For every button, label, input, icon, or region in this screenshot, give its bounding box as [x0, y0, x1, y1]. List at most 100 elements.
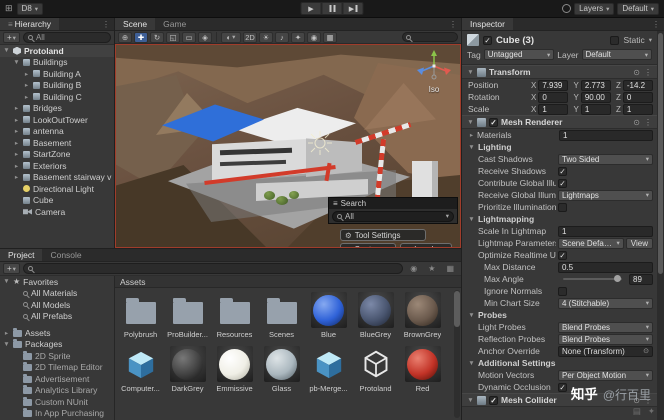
- inspector-scrollbar[interactable]: [657, 31, 664, 420]
- max-distance-field[interactable]: 0.5: [558, 262, 653, 273]
- orientation-gizmo[interactable]: Iso: [412, 49, 456, 94]
- position-x-field[interactable]: 7.939: [538, 80, 568, 91]
- play-button[interactable]: ▶: [301, 2, 322, 15]
- view-tool-icon[interactable]: ⊕: [118, 32, 132, 43]
- layout-dropdown[interactable]: Default▾: [617, 3, 659, 15]
- materials-count-field[interactable]: 1: [559, 130, 653, 141]
- hierarchy-item-building-c[interactable]: ▸Building C: [0, 91, 114, 103]
- transform-component-header[interactable]: ▼ Transform ⊙⋮: [462, 65, 657, 79]
- contribute-gi-checkbox[interactable]: ✓: [558, 179, 567, 188]
- hierarchy-search-input[interactable]: All: [23, 32, 111, 43]
- rotation-y-field[interactable]: 90.00: [581, 92, 611, 103]
- favorites-root[interactable]: ▼★Favorites: [0, 276, 114, 288]
- hidden-packages-icon[interactable]: ▦: [442, 262, 458, 275]
- grid-toggle-icon[interactable]: ▦: [323, 32, 337, 43]
- mesh-collider-enabled-checkbox[interactable]: ✓: [489, 396, 498, 405]
- rotation-z-field[interactable]: 0: [623, 92, 653, 103]
- mesh-renderer-enabled-checkbox[interactable]: ✓: [489, 118, 498, 127]
- asset-item-emmissive[interactable]: Emmissive: [211, 344, 258, 398]
- ignore-normals-checkbox[interactable]: [558, 287, 567, 296]
- hierarchy-item-bridges[interactable]: ▸Bridges: [0, 103, 114, 115]
- package-2d-sprite[interactable]: 2D Sprite: [0, 350, 114, 362]
- tag-dropdown[interactable]: Untagged: [484, 49, 555, 60]
- light-probes-dropdown[interactable]: Blend Probes: [558, 322, 653, 333]
- receive-shadows-checkbox[interactable]: ✓: [558, 167, 567, 176]
- add-object-button[interactable]: +▾: [3, 32, 20, 43]
- hierarchy-item-basement[interactable]: ▸Basement: [0, 137, 114, 149]
- lightmap-parameters-dropdown[interactable]: Scene Default Parameters: [558, 238, 624, 249]
- package-2d-tilemap[interactable]: 2D Tilemap Editor: [0, 362, 114, 374]
- asset-item-blue[interactable]: Blue: [305, 290, 352, 344]
- rotate-tool-icon[interactable]: ↻: [150, 32, 164, 43]
- scale-y-field[interactable]: 1: [581, 104, 611, 115]
- hierarchy-item-cube[interactable]: Cube: [0, 195, 114, 207]
- 2d-toggle[interactable]: 2D: [243, 32, 257, 43]
- scene-viewport[interactable]: Iso ≡Search All▾ ⚙Tool Settings ⊙Center▾…: [115, 44, 461, 248]
- move-tool-icon[interactable]: ✚: [134, 32, 148, 43]
- anchor-override-field[interactable]: None (Transform): [558, 346, 653, 357]
- component-menu-icon[interactable]: ⋮: [644, 118, 652, 127]
- help-icon[interactable]: ⊙: [633, 118, 640, 127]
- hierarchy-item-basement-stairway[interactable]: ▸Basement stairway v: [0, 172, 114, 184]
- visibility-toggle-icon[interactable]: ◉: [307, 32, 321, 43]
- static-checkbox[interactable]: [610, 36, 619, 45]
- packages-root[interactable]: ▼Packages: [0, 339, 114, 351]
- scale-x-field[interactable]: 1: [538, 104, 568, 115]
- asset-item-red[interactable]: Red: [399, 344, 446, 398]
- hierarchy-item-lookouttower[interactable]: ▸LookOutTower: [0, 114, 114, 126]
- notifications-icon[interactable]: ✦: [648, 406, 655, 417]
- layers-dropdown[interactable]: Layers▾: [574, 3, 614, 15]
- audio-toggle-icon[interactable]: ♪: [275, 32, 289, 43]
- asset-item-browngrey[interactable]: BrownGrey: [399, 290, 446, 344]
- package-analytics[interactable]: Analytics Library: [0, 385, 114, 397]
- hierarchy-item-antenna[interactable]: ▸antenna: [0, 126, 114, 138]
- scale-in-lightmap-field[interactable]: 1: [558, 226, 653, 237]
- asset-item-bluegrey[interactable]: BlueGrey: [352, 290, 399, 344]
- reflection-probes-dropdown[interactable]: Blend Probes: [558, 334, 653, 345]
- layer-dropdown[interactable]: Default: [582, 49, 653, 60]
- position-y-field[interactable]: 2.773: [581, 80, 611, 91]
- optimize-realtime-uvs-checkbox[interactable]: ✓: [558, 251, 567, 260]
- favorite-all-models[interactable]: All Models: [0, 299, 114, 311]
- account-icon[interactable]: [562, 4, 571, 13]
- max-angle-field[interactable]: 89: [629, 274, 653, 285]
- asset-item-glass[interactable]: Glass: [258, 344, 305, 398]
- help-icon[interactable]: ⊙: [633, 68, 640, 77]
- tab-console[interactable]: Console: [42, 249, 89, 261]
- asset-item-protoland[interactable]: Protoland: [352, 344, 399, 398]
- step-button[interactable]: ▶: [343, 2, 364, 15]
- favorite-all-materials[interactable]: All Materials: [0, 288, 114, 300]
- transform-tool-icon[interactable]: ◈: [198, 32, 212, 43]
- asset-item-scenes[interactable]: Scenes: [258, 290, 305, 344]
- activity-icon[interactable]: ▤: [633, 406, 641, 417]
- scene-search-input[interactable]: [402, 32, 458, 42]
- pause-button[interactable]: [322, 2, 343, 15]
- hierarchy-item-startzone[interactable]: ▸StartZone: [0, 149, 114, 161]
- panel-menu-icon[interactable]: ⋮: [445, 18, 461, 30]
- shading-mode-dropdown[interactable]: ◐▾: [221, 32, 241, 43]
- asset-item-polybrush[interactable]: Polybrush: [117, 290, 164, 344]
- cast-shadows-dropdown[interactable]: Two Sided: [558, 154, 653, 165]
- search-by-label-icon[interactable]: ★: [424, 262, 439, 275]
- dynamic-occlusion-checkbox[interactable]: ✓: [558, 383, 567, 392]
- rect-tool-icon[interactable]: ▭: [182, 32, 196, 43]
- package-advertisement[interactable]: Advertisement: [0, 373, 114, 385]
- tab-scene[interactable]: Scene: [115, 18, 155, 30]
- favorite-all-prefabs[interactable]: All Prefabs: [0, 311, 114, 323]
- panel-menu-icon[interactable]: ⋮: [98, 18, 114, 30]
- hierarchy-item-buildings[interactable]: ▼Buildings: [0, 57, 114, 69]
- asset-item-darkgrey[interactable]: DarkGrey: [164, 344, 211, 398]
- create-asset-button[interactable]: +▾: [3, 263, 20, 274]
- tool-settings-overlay[interactable]: ⚙Tool Settings: [340, 229, 426, 241]
- asset-item-resources[interactable]: Resources: [211, 290, 258, 344]
- window-icon[interactable]: ⊞: [5, 3, 13, 14]
- package-iap[interactable]: In App Purchasing: [0, 408, 114, 420]
- position-z-field[interactable]: -14.2: [623, 80, 653, 91]
- view-button[interactable]: View: [626, 238, 653, 249]
- object-name[interactable]: Cube (3): [496, 35, 606, 46]
- panel-menu-icon[interactable]: ⋮: [648, 18, 664, 30]
- tab-project[interactable]: Project: [0, 249, 42, 261]
- version-control-dropdown[interactable]: D8▾: [17, 3, 44, 15]
- hierarchy-item-building-a[interactable]: ▸Building A: [0, 68, 114, 80]
- lighting-toggle-icon[interactable]: ☀: [259, 32, 273, 43]
